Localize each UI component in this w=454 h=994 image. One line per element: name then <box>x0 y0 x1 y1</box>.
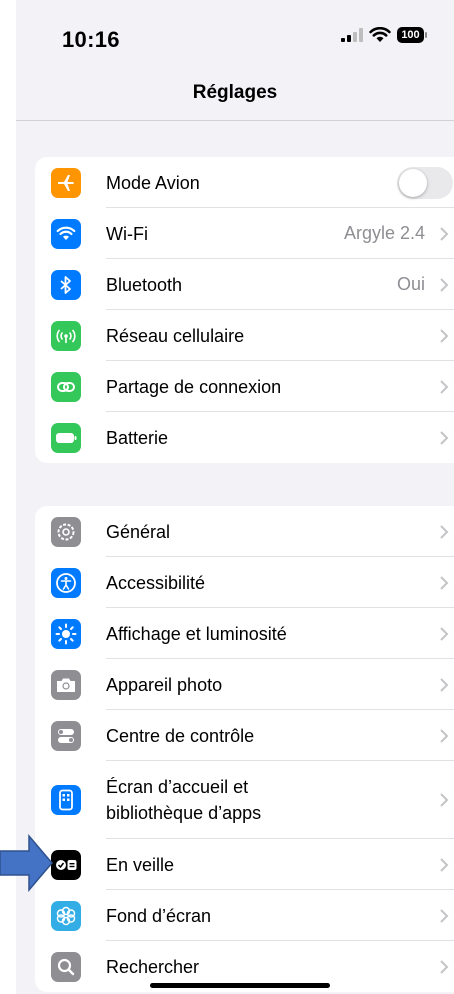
row-mode-avion[interactable]: Mode Avion <box>35 157 454 208</box>
row-partage-connexion[interactable]: Partage de connexion <box>35 361 454 412</box>
hotspot-icon <box>51 371 81 402</box>
settings-screen: 10:16 100 Réglages Mode Avion Wi-Fi Argy… <box>16 0 454 994</box>
wallpaper-icon <box>51 900 81 931</box>
chevron-right-icon <box>440 379 449 394</box>
search-icon <box>51 951 81 982</box>
chevron-right-icon <box>440 908 449 923</box>
row-affichage-luminosite[interactable]: Affichage et luminosité <box>35 608 454 659</box>
row-en-veille[interactable]: En veille <box>35 839 454 890</box>
row-label: Appareil photo <box>106 674 223 695</box>
row-label: Batterie <box>106 427 169 448</box>
row-label: Écran d’accueil et bibliothèque d’apps <box>106 774 261 826</box>
nav-divider <box>16 120 454 121</box>
annotation-arrow-icon <box>0 834 53 892</box>
chevron-right-icon <box>440 626 449 641</box>
bluetooth-icon <box>51 269 81 300</box>
battery-icon <box>51 422 81 453</box>
row-label: Centre de contrôle <box>106 725 255 746</box>
row-label: Fond d’écran <box>106 905 212 926</box>
row-label: Rechercher <box>106 956 200 977</box>
settings-group-connectivity: Mode Avion Wi-Fi Argyle 2.4 Bluetooth Ou… <box>35 157 454 463</box>
camera-icon <box>51 669 81 700</box>
row-label: Bluetooth <box>106 274 183 295</box>
chevron-right-icon <box>440 226 449 241</box>
control-center-icon <box>51 720 81 751</box>
chevron-right-icon <box>440 328 449 343</box>
wifi-network-value: Argyle 2.4 <box>343 223 425 243</box>
wifi-status-icon <box>369 27 391 42</box>
row-appareil-photo[interactable]: Appareil photo <box>35 659 454 710</box>
row-general[interactable]: Général <box>35 506 454 557</box>
chevron-right-icon <box>440 677 449 692</box>
row-reseau-cellulaire[interactable]: Réseau cellulaire <box>35 310 454 361</box>
row-label: Partage de connexion <box>106 376 282 397</box>
status-time: 10:16 <box>62 27 120 52</box>
chevron-right-icon <box>440 728 449 743</box>
row-label: Général <box>106 521 171 542</box>
chevron-right-icon <box>440 277 449 292</box>
row-label-line2: bibliothèque d’apps <box>106 803 262 823</box>
chevron-right-icon <box>440 524 449 539</box>
status-icons: 100 <box>341 27 427 43</box>
battery-level: 100 <box>401 29 420 41</box>
bluetooth-value: Oui <box>396 274 425 294</box>
row-label-line1: Écran d’accueil et <box>106 777 249 797</box>
wifi-icon <box>51 218 81 249</box>
row-label: Réseau cellulaire <box>106 325 245 346</box>
row-batterie[interactable]: Batterie <box>35 412 454 463</box>
row-ecran-accueil[interactable]: Écran d’accueil et bibliothèque d’apps <box>35 761 454 839</box>
battery-indicator: 100 <box>397 27 427 43</box>
row-label: En veille <box>106 854 175 875</box>
home-indicator[interactable] <box>150 983 330 988</box>
airplane-icon <box>51 167 81 198</box>
home-screen-icon <box>51 785 81 815</box>
row-label: Wi-Fi <box>106 223 148 244</box>
row-centre-controle[interactable]: Centre de contrôle <box>35 710 454 761</box>
chevron-right-icon <box>440 430 449 445</box>
row-fond-ecran[interactable]: Fond d’écran <box>35 890 454 941</box>
mode-avion-toggle[interactable] <box>397 166 453 199</box>
gear-icon <box>51 516 81 547</box>
row-bluetooth[interactable]: Bluetooth Oui <box>35 259 454 310</box>
accessibility-icon <box>51 567 81 598</box>
row-wifi[interactable]: Wi-Fi Argyle 2.4 <box>35 208 454 259</box>
page-title: Réglages <box>192 82 278 103</box>
row-label: Accessibilité <box>106 572 206 593</box>
chevron-right-icon <box>440 857 449 872</box>
cellular-signal-icon <box>341 28 363 42</box>
cellular-icon <box>51 320 81 351</box>
chevron-right-icon <box>440 793 449 807</box>
settings-group-general: Général Accessibilité Affichage et lumin… <box>35 506 454 992</box>
standby-icon <box>51 849 81 880</box>
row-accessibilite[interactable]: Accessibilité <box>35 557 454 608</box>
chevron-right-icon <box>440 959 449 974</box>
brightness-icon <box>51 618 81 649</box>
row-label: Affichage et luminosité <box>106 623 287 644</box>
chevron-right-icon <box>440 575 449 590</box>
row-label: Mode Avion <box>106 172 200 193</box>
